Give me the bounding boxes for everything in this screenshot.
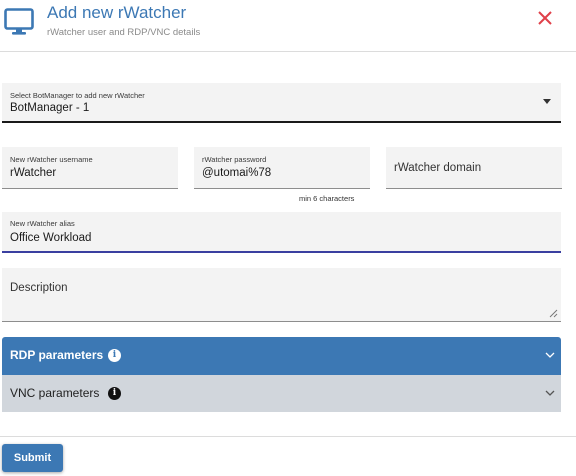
caret-down-icon[interactable] xyxy=(543,99,551,104)
vnc-parameters-label: VNC parameters xyxy=(10,386,100,400)
domain-field[interactable]: rWatcher domain xyxy=(386,147,562,189)
password-hint: min 6 characters xyxy=(299,194,355,203)
password-label: rWatcher password xyxy=(202,155,267,164)
description-placeholder: Description xyxy=(10,282,68,294)
rdp-parameters-label: RDP parameters xyxy=(10,348,104,362)
botmanager-select-value: BotManager - 1 xyxy=(10,102,90,114)
username-label: New rWatcher username xyxy=(10,155,93,164)
domain-placeholder: rWatcher domain xyxy=(394,162,482,174)
alias-value[interactable]: Office Workload xyxy=(10,232,91,244)
description-textarea[interactable]: Description xyxy=(2,268,561,322)
alias-field[interactable]: New rWatcher alias Office Workload xyxy=(2,212,561,253)
info-icon[interactable]: i xyxy=(108,387,121,400)
monitor-icon xyxy=(4,8,34,35)
vnc-parameters-panel[interactable]: VNC parameters i xyxy=(2,375,561,412)
password-value[interactable]: @utomai%78 xyxy=(202,167,271,179)
botmanager-select-label: Select BotManager to add new rWatcher xyxy=(10,91,145,100)
rdp-parameters-panel[interactable]: RDP parameters i xyxy=(2,337,561,375)
dialog-subtitle: rWatcher user and RDP/VNC details xyxy=(47,27,201,38)
chevron-down-icon[interactable] xyxy=(545,351,555,359)
info-icon[interactable]: i xyxy=(108,349,121,362)
chevron-down-icon[interactable] xyxy=(545,389,555,397)
close-icon[interactable] xyxy=(537,10,553,26)
submit-button[interactable]: Submit xyxy=(2,444,63,472)
dialog-title: Add new rWatcher xyxy=(47,3,187,22)
dialog-header: Add new rWatcher rWatcher user and RDP/V… xyxy=(0,0,576,52)
username-value[interactable]: rWatcher xyxy=(10,167,56,179)
alias-label: New rWatcher alias xyxy=(10,219,75,228)
username-field[interactable]: New rWatcher username rWatcher xyxy=(2,147,178,189)
footer-divider xyxy=(0,436,576,437)
resize-handle-icon[interactable] xyxy=(549,309,558,318)
botmanager-select[interactable]: Select BotManager to add new rWatcher Bo… xyxy=(2,83,561,123)
password-field[interactable]: rWatcher password @utomai%78 xyxy=(194,147,370,189)
